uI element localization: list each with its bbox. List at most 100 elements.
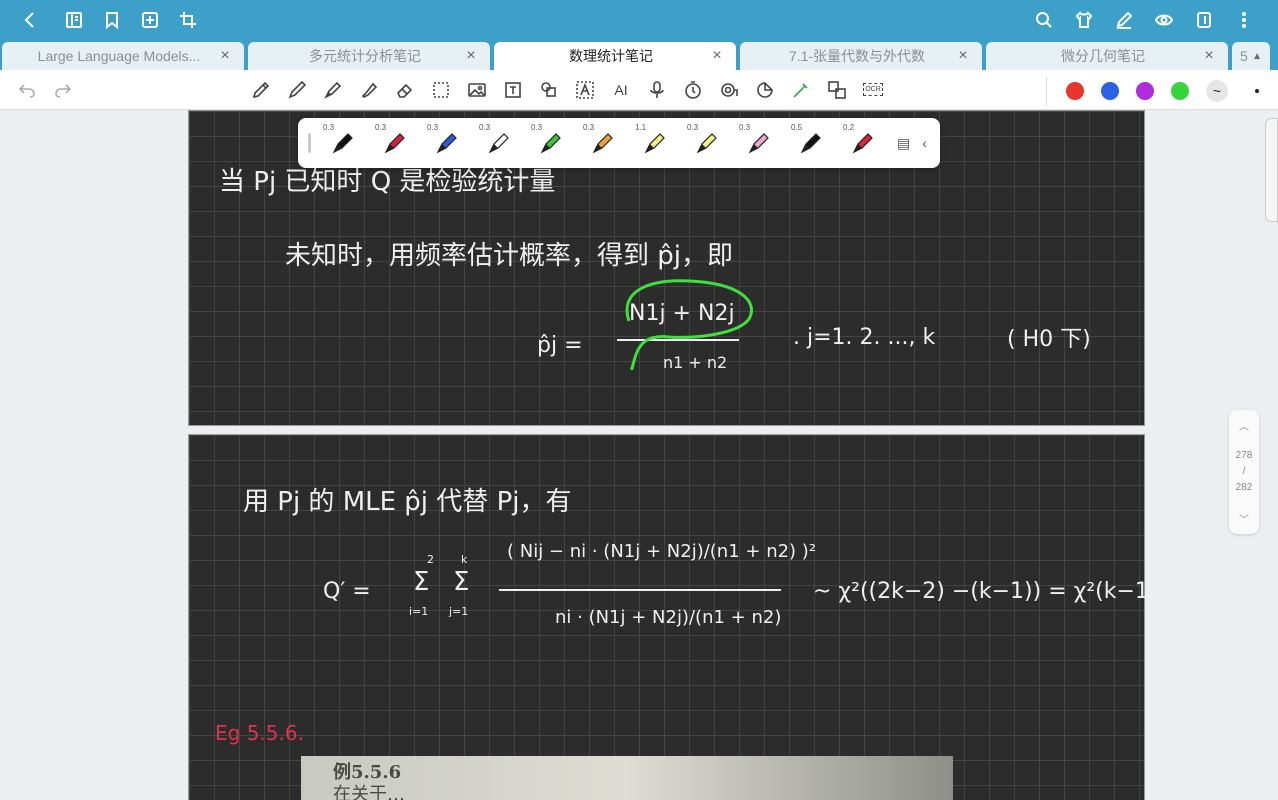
eraser-icon[interactable] bbox=[394, 79, 416, 101]
ai-icon[interactable]: AI bbox=[610, 79, 632, 101]
ocr-icon[interactable]: OCR bbox=[862, 79, 884, 101]
tab-differential-geometry[interactable]: 微分几何笔记 × bbox=[986, 42, 1228, 70]
add-page-icon[interactable] bbox=[140, 10, 160, 30]
side-panel-handle[interactable] bbox=[1265, 118, 1278, 222]
pen-size-label: 0.2 bbox=[843, 123, 855, 132]
tab-close-icon[interactable]: × bbox=[710, 47, 724, 65]
topbar-right-group bbox=[1034, 10, 1254, 30]
pen-slot-2[interactable]: 0.3 bbox=[369, 118, 421, 168]
pen-settings-icon[interactable]: ▤ bbox=[897, 135, 910, 152]
sticker-icon[interactable] bbox=[754, 79, 776, 101]
pen-tray-handle[interactable] bbox=[308, 133, 311, 153]
pen-slot-11[interactable]: 0.2 bbox=[837, 118, 889, 168]
laser-pointer-icon[interactable] bbox=[790, 79, 812, 101]
handwritten-line: 未知时，用频率估计概率，得到 p̂j，即 bbox=[285, 241, 733, 271]
stroke-size-dot[interactable] bbox=[1255, 89, 1259, 93]
note-page-278[interactable]: 用 Pj 的 MLE p̂j 代替 Pj，有 Q′ = 2 Σ i=1 k Σ … bbox=[188, 434, 1158, 800]
pen-slot-6[interactable]: 0.3 bbox=[577, 118, 629, 168]
color-red-swatch[interactable] bbox=[1066, 82, 1084, 100]
formula-condition: ( H0 下) bbox=[1007, 327, 1091, 352]
tab-title: 数理统计笔记 bbox=[569, 48, 653, 64]
image-icon[interactable] bbox=[466, 79, 488, 101]
collapse-tray-icon[interactable]: ‹ bbox=[922, 135, 927, 152]
notebook-icon[interactable] bbox=[64, 10, 84, 30]
bookmark-icon[interactable] bbox=[102, 10, 122, 30]
pen-slot-7[interactable]: 1.1 bbox=[629, 118, 681, 168]
page-up-icon[interactable]: ︿ bbox=[1239, 418, 1249, 433]
tab-close-icon[interactable]: × bbox=[218, 47, 232, 65]
note-canvas[interactable]: 当 Pj 已知时 Q 是检验统计量 未知时，用频率估计概率，得到 p̂j，即 p… bbox=[0, 110, 1278, 800]
more-icon[interactable] bbox=[1234, 10, 1254, 30]
search-icon[interactable] bbox=[1034, 10, 1054, 30]
undo-redo-group bbox=[16, 79, 80, 101]
pen-slot-4[interactable]: 0.3 bbox=[473, 118, 525, 168]
pen-slot-1[interactable]: 0.3 bbox=[317, 118, 369, 168]
toolbar-divider bbox=[1046, 76, 1047, 106]
pen-icon bbox=[540, 133, 561, 154]
pen-list: 0.3 0.3 0.3 0.3 0.3 0.3 1.1 0.3 0.3 0.5 0.2 bbox=[317, 118, 889, 168]
tape-icon[interactable] bbox=[718, 79, 740, 101]
pen-icon bbox=[332, 133, 353, 154]
green-circle-annotation bbox=[625, 279, 753, 371]
tab-overflow[interactable]: 5 ▲ bbox=[1232, 42, 1270, 70]
pen-icon[interactable] bbox=[286, 79, 308, 101]
pen-slot-3[interactable]: 0.3 bbox=[421, 118, 473, 168]
tab-title: 多元统计分析笔记 bbox=[309, 48, 421, 64]
pen-size-label: 0.5 bbox=[791, 123, 803, 132]
color-palette: ~ bbox=[1066, 80, 1259, 102]
pen-size-label: 0.3 bbox=[583, 123, 595, 132]
q-denominator: ni · (N1j + N2j)/(n1 + n2) bbox=[555, 607, 782, 628]
pen-icon bbox=[748, 133, 769, 154]
photo-text-body: 在关于… bbox=[333, 784, 405, 800]
tab-math-stats[interactable]: 数理统计笔记 × bbox=[494, 42, 736, 70]
tab-close-icon[interactable]: × bbox=[464, 47, 478, 65]
total-pages: 282 bbox=[1235, 482, 1253, 493]
pen-icon bbox=[696, 133, 717, 154]
textbook-photo[interactable]: 例5.5.6 在关于… bbox=[301, 756, 953, 800]
pen-size-label: 0.3 bbox=[323, 123, 335, 132]
top-app-bar bbox=[0, 0, 1278, 40]
sum1-top: 2 bbox=[427, 553, 434, 566]
shape-icon[interactable] bbox=[538, 79, 560, 101]
tab-multivariate[interactable]: 多元统计分析笔记 × bbox=[248, 42, 490, 70]
eye-icon[interactable] bbox=[1154, 10, 1174, 30]
text-box-icon[interactable] bbox=[502, 79, 524, 101]
formula-lhs: p̂j = bbox=[537, 333, 583, 358]
stroke-style-button[interactable]: ~ bbox=[1206, 80, 1228, 102]
back-icon[interactable] bbox=[20, 10, 40, 30]
pen-size-label: 0.3 bbox=[427, 123, 439, 132]
page-down-icon[interactable]: ﹀ bbox=[1239, 511, 1249, 526]
pen-slot-5[interactable]: 0.3 bbox=[525, 118, 577, 168]
fountain-pen-icon[interactable] bbox=[322, 79, 344, 101]
pen-size-label: 0.3 bbox=[479, 123, 491, 132]
translate-icon[interactable] bbox=[826, 79, 848, 101]
tab-close-icon[interactable]: × bbox=[956, 47, 970, 65]
color-purple-swatch[interactable] bbox=[1136, 82, 1154, 100]
pencil-icon[interactable] bbox=[250, 79, 272, 101]
tab-llm[interactable]: Large Language Models... × bbox=[2, 42, 244, 70]
ai-label: AI bbox=[614, 81, 628, 98]
undo-icon[interactable] bbox=[16, 79, 38, 101]
pen-mode-icon[interactable] bbox=[1114, 10, 1134, 30]
theme-icon[interactable] bbox=[1074, 10, 1094, 30]
pen-icon bbox=[384, 133, 405, 154]
pen-tray-actions: ▤ ‹ bbox=[897, 135, 927, 152]
pen-slot-8[interactable]: 0.3 bbox=[681, 118, 733, 168]
crop-icon[interactable] bbox=[178, 10, 198, 30]
timer-icon[interactable] bbox=[682, 79, 704, 101]
highlighter-icon[interactable] bbox=[358, 79, 380, 101]
redo-icon[interactable] bbox=[52, 79, 74, 101]
text-recognize-icon[interactable] bbox=[574, 79, 596, 101]
pen-size-label: 0.3 bbox=[531, 123, 543, 132]
pen-slot-10[interactable]: 0.5 bbox=[785, 118, 837, 168]
color-blue-swatch[interactable] bbox=[1101, 82, 1119, 100]
pen-slot-9[interactable]: 0.3 bbox=[733, 118, 785, 168]
page-layout-icon[interactable] bbox=[1194, 10, 1214, 30]
microphone-icon[interactable] bbox=[646, 79, 668, 101]
lasso-select-icon[interactable] bbox=[430, 79, 452, 101]
tab-menu-icon[interactable]: ▲ bbox=[1252, 51, 1262, 62]
tab-close-icon[interactable]: × bbox=[1202, 47, 1216, 65]
page-separator: / bbox=[1242, 466, 1246, 477]
color-green-swatch[interactable] bbox=[1171, 82, 1189, 100]
tab-tensor-algebra[interactable]: 7.1-张量代数与外代数 × bbox=[740, 42, 982, 70]
